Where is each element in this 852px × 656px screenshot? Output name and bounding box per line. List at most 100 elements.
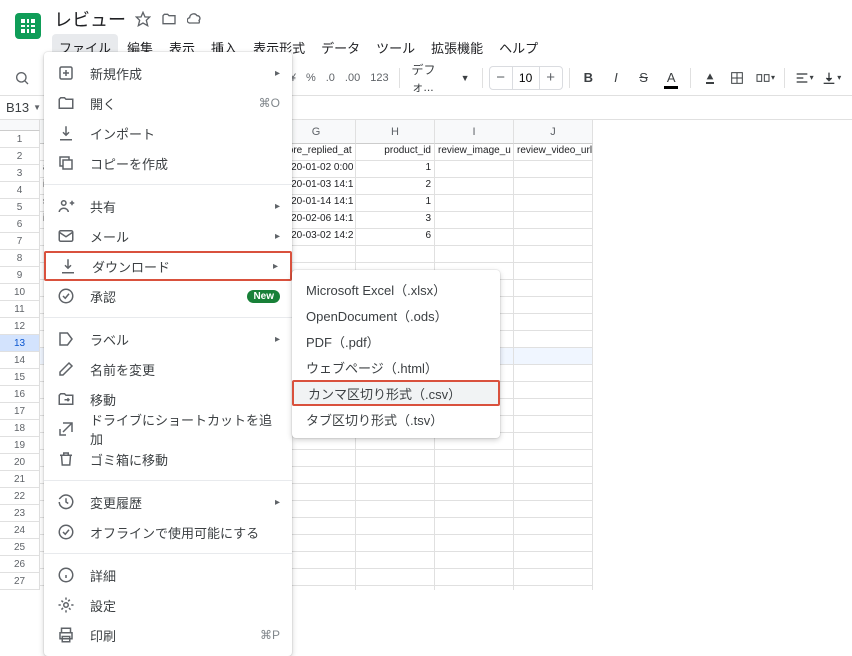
cell[interactable]: [514, 552, 593, 569]
borders-button[interactable]: [725, 65, 751, 91]
cell[interactable]: [514, 314, 593, 331]
cell[interactable]: [356, 552, 435, 569]
font-select[interactable]: デフォ...▼: [406, 61, 476, 95]
increase-decimal-button[interactable]: .00: [341, 72, 364, 84]
cell[interactable]: [514, 399, 593, 416]
row-header[interactable]: 1: [0, 131, 40, 148]
cell[interactable]: [356, 484, 435, 501]
menu-tools[interactable]: ツール: [369, 34, 422, 61]
menu-rename[interactable]: 名前を変更: [44, 354, 292, 384]
cell[interactable]: 2: [356, 178, 435, 195]
row-header[interactable]: 3: [0, 165, 40, 182]
menu-trash[interactable]: ゴミ箱に移動: [44, 444, 292, 474]
cell[interactable]: [514, 178, 593, 195]
menu-print[interactable]: 印刷⌘P: [44, 620, 292, 650]
row-header[interactable]: 12: [0, 318, 40, 335]
cell[interactable]: [435, 586, 514, 590]
cell[interactable]: [435, 501, 514, 518]
cell[interactable]: [435, 450, 514, 467]
merge-button[interactable]: ▾: [752, 65, 778, 91]
font-size-input[interactable]: [512, 67, 540, 89]
menu-share[interactable]: 共有▸: [44, 191, 292, 221]
cell[interactable]: [514, 518, 593, 535]
cell[interactable]: [514, 280, 593, 297]
cell-reference[interactable]: B13▼: [0, 100, 44, 115]
row-header[interactable]: 9: [0, 267, 40, 284]
row-header[interactable]: 21: [0, 471, 40, 488]
menu-help[interactable]: ヘルプ: [492, 34, 545, 61]
menu-data[interactable]: データ: [314, 34, 367, 61]
cell[interactable]: [514, 365, 593, 382]
cell[interactable]: [356, 501, 435, 518]
cell[interactable]: [514, 450, 593, 467]
row-header[interactable]: 26: [0, 556, 40, 573]
row-header[interactable]: 6: [0, 216, 40, 233]
cell[interactable]: [356, 246, 435, 263]
download-tsv[interactable]: タブ区切り形式（.tsv）: [292, 406, 500, 432]
menu-import[interactable]: インポート: [44, 118, 292, 148]
menu-approve[interactable]: 承認New: [44, 281, 292, 311]
cell[interactable]: [514, 331, 593, 348]
cell[interactable]: [514, 246, 593, 263]
cell[interactable]: 1: [356, 195, 435, 212]
cell[interactable]: 1: [356, 161, 435, 178]
cell[interactable]: [435, 518, 514, 535]
row-header[interactable]: 27: [0, 573, 40, 590]
cell[interactable]: 3: [356, 212, 435, 229]
menu-new[interactable]: 新規作成▸: [44, 58, 292, 88]
cloud-status-icon[interactable]: [186, 10, 204, 28]
cell[interactable]: [356, 518, 435, 535]
menu-offline[interactable]: オフラインで使用可能にする: [44, 517, 292, 547]
percent-button[interactable]: %: [302, 72, 320, 84]
cell[interactable]: [514, 161, 593, 178]
move-folder-icon[interactable]: [160, 10, 178, 28]
row-header[interactable]: 2: [0, 148, 40, 165]
row-header[interactable]: 24: [0, 522, 40, 539]
download-ods[interactable]: OpenDocument（.ods）: [292, 302, 500, 328]
cell[interactable]: [514, 535, 593, 552]
cell[interactable]: [435, 569, 514, 586]
strikethrough-button[interactable]: S: [631, 65, 657, 91]
align-button[interactable]: ▾: [791, 65, 817, 91]
bold-button[interactable]: B: [576, 65, 602, 91]
doc-title[interactable]: レビュー: [54, 6, 126, 32]
col-header[interactable]: H: [356, 120, 435, 144]
cell[interactable]: [435, 161, 514, 178]
row-header[interactable]: 20: [0, 454, 40, 471]
sheets-logo[interactable]: [8, 6, 48, 46]
row-header[interactable]: 23: [0, 505, 40, 522]
row-header[interactable]: 4: [0, 182, 40, 199]
fill-color-button[interactable]: [697, 65, 723, 91]
cell[interactable]: [514, 195, 593, 212]
cell[interactable]: 6: [356, 229, 435, 246]
row-header[interactable]: 8: [0, 250, 40, 267]
cell[interactable]: [514, 501, 593, 518]
menu-open[interactable]: 開く⌘O: [44, 88, 292, 118]
row-header[interactable]: 16: [0, 386, 40, 403]
increase-size-button[interactable]: +: [540, 69, 562, 86]
cell[interactable]: [435, 552, 514, 569]
number-format-button[interactable]: 123: [366, 72, 392, 84]
download-html[interactable]: ウェブページ（.html）: [292, 354, 500, 380]
star-icon[interactable]: [134, 10, 152, 28]
cell[interactable]: [514, 297, 593, 314]
row-header[interactable]: 22: [0, 488, 40, 505]
cell[interactable]: [514, 382, 593, 399]
row-header[interactable]: 17: [0, 403, 40, 420]
menu-copy[interactable]: コピーを作成: [44, 148, 292, 178]
cell[interactable]: [435, 484, 514, 501]
cell[interactable]: [514, 348, 593, 365]
download-csv[interactable]: カンマ区切り形式（.csv）: [292, 380, 500, 406]
italic-button[interactable]: I: [603, 65, 629, 91]
select-all-corner[interactable]: [0, 120, 40, 131]
row-header[interactable]: 13: [0, 335, 40, 352]
menu-details[interactable]: 詳細: [44, 560, 292, 590]
row-header[interactable]: 15: [0, 369, 40, 386]
cell[interactable]: [435, 535, 514, 552]
search-icon[interactable]: [8, 64, 36, 92]
cell[interactable]: [514, 569, 593, 586]
cell[interactable]: [435, 246, 514, 263]
cell[interactable]: [356, 467, 435, 484]
cell[interactable]: [435, 467, 514, 484]
cell[interactable]: [356, 535, 435, 552]
